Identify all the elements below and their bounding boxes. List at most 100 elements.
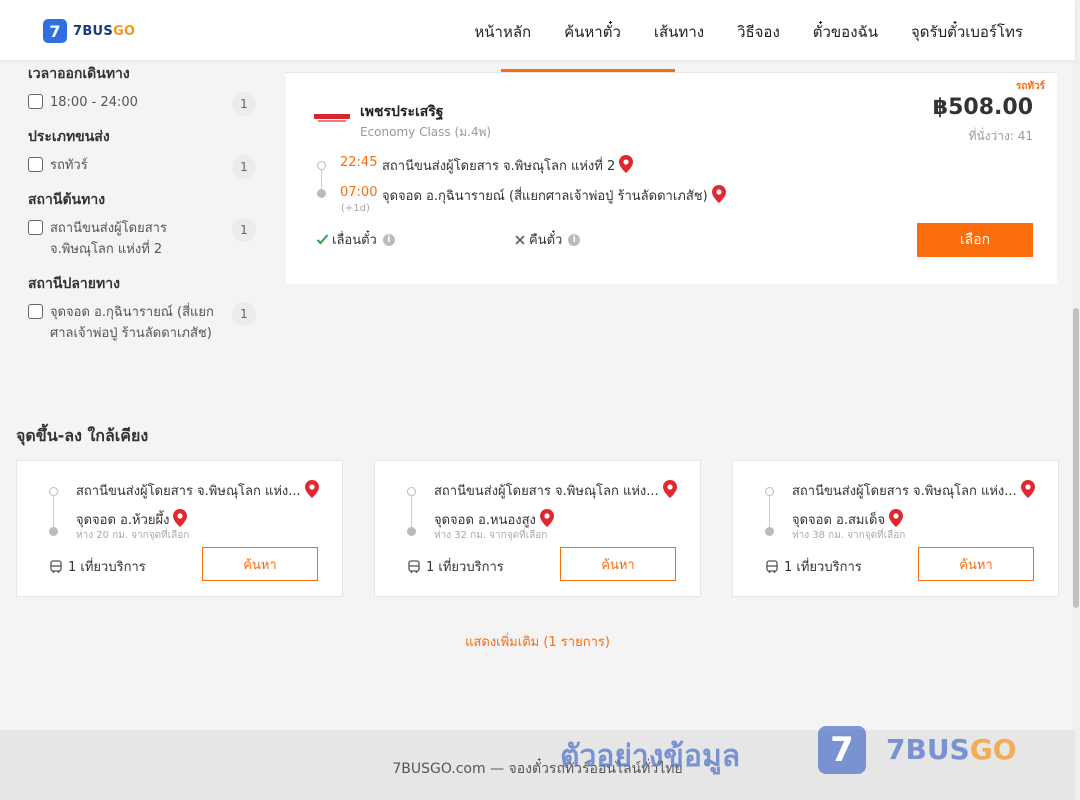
site-logo[interactable]: 7 7BUSGO	[43, 19, 135, 43]
count-badge: 1	[232, 218, 256, 242]
operator-name: เพชรประเสริฐ	[360, 104, 444, 120]
route-line	[53, 493, 54, 531]
nav-ticket-pickup[interactable]: จุดรับตั๋วเบอร์โทร	[911, 20, 1023, 44]
filter-option[interactable]: จุดจอด อ.กุฉินารายณ์ (สี่แยกศาลเจ้าพ่อปู…	[28, 302, 258, 344]
filter-sidebar: เวลาออกเดินทาง 18:00 - 24:00 1 ประเภทขนส…	[28, 64, 258, 358]
map-pin-icon[interactable]	[539, 509, 554, 527]
next-day-indicator: (+1d)	[341, 203, 370, 214]
nearby-destination: จุดจอด อ.สมเด็จ	[792, 509, 904, 530]
checkbox[interactable]	[28, 157, 43, 172]
bus-class: Economy Class (ม.4พ)	[360, 125, 492, 139]
nearby-card: สถานีขนส่งผู้โดยสาร จ.พิษณุโลก แห่ง... จ…	[16, 460, 343, 597]
filter-title: เวลาออกเดินทาง	[28, 66, 130, 82]
watermark-brand-go: GO	[969, 733, 1017, 766]
nearby-dest-text: จุดจอด อ.ห้วยผึ้ง	[76, 513, 170, 528]
nearby-origin: สถานีขนส่งผู้โดยสาร จ.พิษณุโลก แห่ง...	[76, 480, 319, 501]
info-icon[interactable]: i	[382, 233, 395, 246]
nearby-section-title: จุดขึ้น-ลง ใกล้เคียง	[16, 426, 149, 445]
arrive-dot	[317, 189, 326, 198]
check-icon	[316, 234, 329, 245]
filter-option[interactable]: สถานีขนส่งผู้โดยสาร จ.พิษณุโลก แห่งที่ 2…	[28, 218, 258, 260]
nearby-origin-text: สถานีขนส่งผู้โดยสาร จ.พิษณุโลก แห่ง...	[76, 484, 301, 499]
filter-option[interactable]: รถทัวร์ 1	[28, 155, 258, 179]
nav-search-tickets[interactable]: ค้นหาตั๋ว	[564, 20, 621, 44]
page-scrollbar[interactable]	[1072, 0, 1080, 800]
map-pin-icon[interactable]	[711, 185, 726, 203]
filter-destination-station: สถานีปลายทาง จุดจอด อ.กุฉินารายณ์ (สี่แย…	[28, 274, 258, 344]
trip-card: รถทัวร์ เพชรประเสริฐ Economy Class (ม.4พ…	[286, 73, 1057, 284]
nearby-search-button[interactable]: ค้นหา	[918, 547, 1034, 581]
filter-label: 18:00 - 24:00	[50, 95, 138, 110]
nearby-distance: ห่าง 32 กม. จากจุดที่เลือก	[434, 530, 548, 541]
logo-text-go: GO	[113, 23, 136, 39]
map-pin-icon[interactable]	[304, 480, 319, 498]
bus-icon	[408, 559, 420, 573]
reschedule-label: เลื่อนตั๋ว	[332, 233, 377, 248]
info-icon[interactable]: i	[568, 233, 581, 246]
reschedule-policy: เลื่อนตั๋ว i	[316, 229, 395, 250]
nearby-card: สถานีขนส่งผู้โดยสาร จ.พิษณุโลก แห่ง... จ…	[732, 460, 1059, 597]
nearby-origin-text: สถานีขนส่งผู้โดยสาร จ.พิษณุโลก แห่ง...	[792, 484, 1017, 499]
seats-available: ที่นั่งว่าง: 41	[968, 129, 1033, 143]
nearby-distance: ห่าง 38 กม. จากจุดที่เลือก	[792, 530, 906, 541]
nearby-destination: จุดจอด อ.หนองสูง	[434, 509, 554, 530]
nearby-origin-text: สถานีขนส่งผู้โดยสาร จ.พิษณุโลก แห่ง...	[434, 484, 659, 499]
origin-dot	[765, 487, 774, 496]
select-trip-button[interactable]: เลือก	[917, 223, 1033, 257]
depart-stop: สถานีขนส่งผู้โดยสาร จ.พิษณุโลก แห่งที่ 2	[382, 155, 634, 176]
trip-count-text: 1 เที่ยวบริการ	[68, 560, 146, 575]
nearby-search-button[interactable]: ค้นหา	[560, 547, 676, 581]
watermark-text: ตัวอย่างข้อมูล	[560, 739, 741, 774]
filter-origin-station: สถานีต้นทาง สถานีขนส่งผู้โดยสาร จ.พิษณุโ…	[28, 190, 258, 260]
map-pin-icon[interactable]	[662, 480, 677, 498]
refund-policy: คืนตั๋ว i	[514, 229, 581, 250]
trip-count: 1 เที่ยวบริการ	[407, 556, 504, 577]
filter-title: สถานีปลายทาง	[28, 276, 120, 292]
watermark-logo-icon: 7	[818, 726, 866, 774]
count-badge: 1	[232, 92, 256, 116]
nearby-dest-text: จุดจอด อ.สมเด็จ	[792, 513, 886, 528]
filter-option[interactable]: 18:00 - 24:00 1	[28, 92, 258, 116]
count-badge: 1	[232, 302, 256, 326]
trip-count-text: 1 เที่ยวบริการ	[784, 560, 862, 575]
nearby-search-button[interactable]: ค้นหา	[202, 547, 318, 581]
bus-icon	[766, 559, 778, 573]
depart-stop-text: สถานีขนส่งผู้โดยสาร จ.พิษณุโลก แห่งที่ 2	[382, 159, 616, 174]
trip-count: 1 เที่ยวบริการ	[765, 556, 862, 577]
scroll-thumb[interactable]	[1073, 308, 1079, 608]
nearby-dest-text: จุดจอด อ.หนองสูง	[434, 513, 536, 528]
trip-count-text: 1 เที่ยวบริการ	[426, 560, 504, 575]
arrive-stop: จุดจอด อ.กุฉินารายณ์ (สี่แยกศาลเจ้าพ่อปู…	[382, 185, 726, 206]
nav-how-to-book[interactable]: วิธีจอง	[737, 20, 780, 44]
trip-count: 1 เที่ยวบริการ	[49, 556, 146, 577]
map-pin-icon[interactable]	[1020, 480, 1035, 498]
top-header: 7 7BUSGO หน้าหลัก ค้นหาตั๋ว เส้นทาง วิธี…	[0, 0, 1075, 60]
checkbox[interactable]	[28, 304, 43, 319]
filter-transport-type: ประเภทขนส่ง รถทัวร์ 1	[28, 127, 258, 179]
dest-dot	[407, 527, 416, 536]
checkbox[interactable]	[28, 94, 43, 109]
checkbox[interactable]	[28, 220, 43, 235]
map-pin-icon[interactable]	[889, 509, 904, 527]
logo-text: 7BUSGO	[73, 24, 135, 39]
filter-departure-time: เวลาออกเดินทาง 18:00 - 24:00 1	[28, 64, 258, 116]
show-more-link[interactable]: แสดงเพิ่มเติม (1 รายการ)	[0, 631, 1075, 652]
nav-my-tickets[interactable]: ตั๋วของฉัน	[813, 20, 878, 44]
arrive-stop-text: จุดจอด อ.กุฉินารายณ์ (สี่แยกศาลเจ้าพ่อปู…	[382, 189, 708, 204]
logo-text-main: 7BUS	[73, 23, 114, 39]
depart-dot	[317, 161, 326, 170]
watermark-brand: 7BUSGO	[886, 733, 1017, 766]
nav-home[interactable]: หน้าหลัก	[474, 20, 531, 44]
main-nav: หน้าหลัก ค้นหาตั๋ว เส้นทาง วิธีจอง ตั๋วข…	[474, 20, 1023, 44]
filter-label: จุดจอด อ.กุฉินารายณ์ (สี่แยกศาลเจ้าพ่อปู…	[50, 305, 214, 341]
map-pin-icon[interactable]	[173, 509, 188, 527]
filter-label: รถทัวร์	[50, 158, 88, 173]
route-line	[411, 493, 412, 531]
cross-icon	[515, 234, 525, 245]
map-pin-icon[interactable]	[619, 155, 634, 173]
logo-badge: 7	[43, 19, 67, 43]
nav-routes[interactable]: เส้นทาง	[654, 20, 704, 44]
operator-logo-icon	[314, 114, 350, 122]
nearby-card: สถานีขนส่งผู้โดยสาร จ.พิษณุโลก แห่ง... จ…	[374, 460, 701, 597]
nearby-destination: จุดจอด อ.ห้วยผึ้ง	[76, 509, 188, 530]
